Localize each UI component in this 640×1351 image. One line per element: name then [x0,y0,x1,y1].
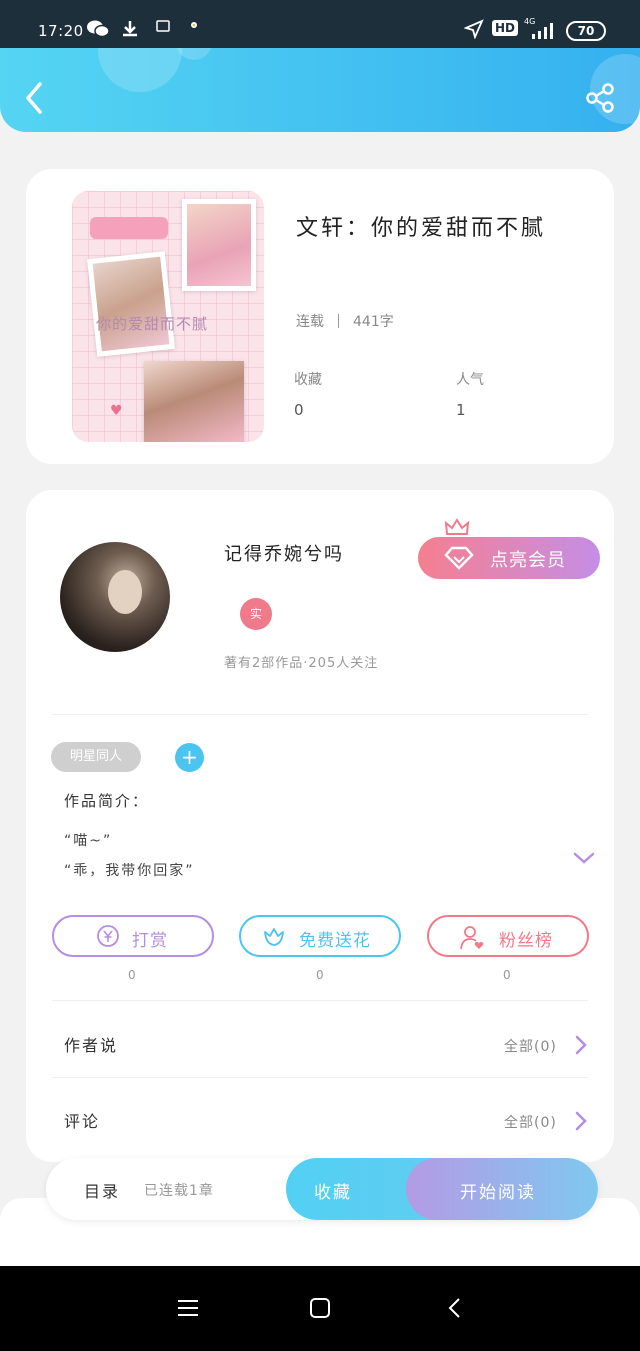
vip-button-label: 点亮会员 [490,550,566,571]
tip-button-label: 打赏 [132,931,168,951]
share-icon[interactable] [584,82,616,114]
intro-line: “喵~” [64,833,113,849]
system-nav-bar [0,1266,640,1351]
divider [52,1000,588,1001]
page-header [0,48,640,132]
author-says-label: 作者说 [64,1036,119,1055]
yen-coin-icon [97,925,119,947]
divider [52,714,588,715]
strawberry-icon: ♥ [110,403,123,419]
stat-value-favorites: 0 [294,401,304,419]
stat-label-popularity: 人气 [456,372,484,388]
book-title: 文轩：你的爱甜而不腻 [296,216,547,241]
author-says-value: 全部(0) [504,1039,557,1055]
send-flower-label: 免费送花 [299,931,371,951]
fan-ranking-label: 粉丝榜 [499,931,553,951]
cover-title-text: 你的爱甜而不腻 [96,315,209,333]
flower-small-icon [188,19,200,35]
author-name[interactable]: 记得乔婉兮吗 [224,540,344,566]
stat-label-favorites: 收藏 [294,372,322,388]
fan-count: 0 [503,968,511,982]
start-reading-button[interactable]: 开始阅读 [406,1158,598,1220]
bottom-action-bar: 目录 已连载1章 收藏 开始阅读 [46,1158,598,1220]
menu-icon[interactable] [176,1296,200,1320]
cover-tag [90,217,168,239]
intro-label: 作品简介： [64,792,150,810]
flower-icon [264,928,284,946]
vip-button[interactable]: 点亮会员 [418,537,600,579]
book-meta: 连载 441字 [296,311,394,331]
stat-value-popularity: 1 [456,401,466,419]
author-avatar[interactable] [60,542,170,652]
flower-count: 0 [316,968,324,982]
wechat-icon [86,19,110,43]
battery-indicator: 70 [566,21,606,41]
cover-photo [182,199,256,291]
book-info-card: 你的爱甜而不腻 ♥ 文轩：你的爱甜而不腻 连载 441字 收藏 0 人气 1 [26,169,614,464]
toc-button[interactable]: 目录 [84,1178,120,1202]
cover-photo [87,251,175,357]
nav-back-icon[interactable] [444,1296,468,1320]
screen-icon [156,19,170,37]
back-icon[interactable] [20,78,50,118]
book-status: 连载 [296,314,324,330]
status-bar: 17:20 HD 4G 70 [0,0,640,48]
comments-value: 全部(0) [504,1115,557,1131]
favorite-button-label: 收藏 [314,1183,352,1203]
divider [52,1077,588,1078]
hd-badge: HD [492,20,519,36]
home-square-icon[interactable] [308,1296,332,1320]
tag-chip[interactable]: 明星同人 [51,742,141,772]
author-badge: 实 [240,598,272,630]
download-icon [120,19,140,43]
user-heart-icon [460,926,484,950]
word-count: 441字 [353,314,394,330]
send-flower-button[interactable]: 免费送花 [239,915,401,957]
tip-count: 0 [128,968,136,982]
cover-photo [144,361,244,442]
start-reading-label: 开始阅读 [460,1183,536,1203]
tip-button[interactable]: 打赏 [52,915,214,957]
decor-bubble [98,48,182,92]
status-time: 17:20 [38,22,84,40]
author-stats: 著有2部作品·205人关注 [224,656,379,671]
crown-icon [444,518,470,535]
expand-chevron-icon[interactable] [572,850,596,866]
comments-label: 评论 [64,1112,101,1131]
chevron-right-icon [575,1111,587,1131]
intro-line: “乖，我带你回家” [64,863,195,879]
detail-card: 记得乔婉兮吗 实 著有2部作品·205人关注 点亮会员 明星同人 + 作品简介：… [26,490,614,1162]
chevron-right-icon [575,1035,587,1055]
fan-ranking-button[interactable]: 粉丝榜 [427,915,589,957]
decor-bubble [176,48,212,60]
signal-icon [530,20,558,44]
diamond-icon [444,546,474,570]
location-icon [463,19,484,43]
plus-icon[interactable]: + [175,743,204,772]
book-cover[interactable]: 你的爱甜而不腻 ♥ [72,191,264,442]
toc-status: 已连载1章 [144,1183,214,1199]
